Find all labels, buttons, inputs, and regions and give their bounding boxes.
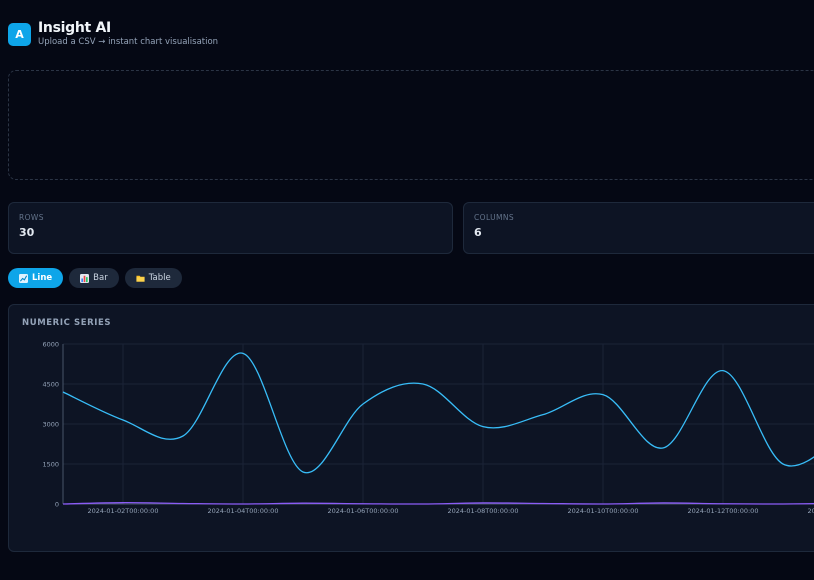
x-tick-label: 2024-01-08T00:00:00 bbox=[448, 507, 519, 515]
columns-stat-label: COLUMNS bbox=[474, 213, 515, 222]
x-tick-label: 2024-01-12T00:00:00 bbox=[688, 507, 759, 515]
csv-dropzone[interactable] bbox=[8, 70, 814, 180]
x-tick-label: 2024-01-02T00:00:00 bbox=[88, 507, 159, 515]
tab-table[interactable]: Table bbox=[124, 268, 182, 288]
numeric-series-chart: 0 1500 3000 4500 6000 2024-01-02T00:00:00 2024… bbox=[42, 341, 814, 515]
app-root: A Insight AI Upload a CSV → instant char… bbox=[0, 0, 814, 580]
x-tick-label: 2024-01-10T00:00:00 bbox=[568, 507, 639, 515]
y-tick-label: 1500 bbox=[42, 461, 59, 469]
tab-table-label: Table bbox=[148, 273, 171, 283]
tab-line[interactable]: Line bbox=[8, 268, 64, 288]
x-tick-label: 2024-01-14T00:00:00 bbox=[808, 507, 814, 515]
chart-panel: NUMERIC SERIES 0 1500 3000 4500 6000 2024-01-… bbox=[8, 304, 814, 552]
rows-stat-label: ROWS bbox=[19, 213, 44, 222]
app-subtitle: Upload a CSV → instant chart visualisati… bbox=[38, 37, 219, 47]
y-tick-label: 0 bbox=[55, 501, 59, 509]
series-line-2 bbox=[62, 502, 814, 505]
app-title: Insight AI bbox=[38, 20, 111, 36]
app-logo: A bbox=[8, 23, 31, 46]
y-tick-label: 3000 bbox=[42, 421, 59, 429]
tab-bar[interactable]: Bar bbox=[69, 268, 119, 288]
chart-type-tabs: Line Bar Table bbox=[8, 268, 182, 288]
y-tick-label: 6000 bbox=[42, 341, 59, 349]
tab-bar-label: Bar bbox=[93, 273, 108, 283]
rows-stat-card: ROWS 30 bbox=[8, 202, 453, 254]
app-header: A Insight AI Upload a CSV → instant char… bbox=[8, 20, 218, 49]
series-line-1 bbox=[62, 352, 814, 474]
columns-stat-value: 6 bbox=[474, 226, 482, 239]
rows-stat-value: 30 bbox=[19, 226, 35, 239]
header-titles: Insight AI Upload a CSV → instant chart … bbox=[38, 20, 218, 49]
tab-line-label: Line bbox=[32, 273, 53, 283]
y-tick-label: 4500 bbox=[42, 381, 59, 389]
folder-icon bbox=[136, 275, 145, 282]
columns-stat-card: COLUMNS 6 bbox=[463, 202, 814, 254]
line-chart-icon bbox=[19, 273, 28, 283]
x-tick-label: 2024-01-04T00:00:00 bbox=[208, 507, 279, 515]
x-tick-label: 2024-01-06T00:00:00 bbox=[328, 507, 399, 515]
bar-chart-icon bbox=[80, 273, 90, 283]
